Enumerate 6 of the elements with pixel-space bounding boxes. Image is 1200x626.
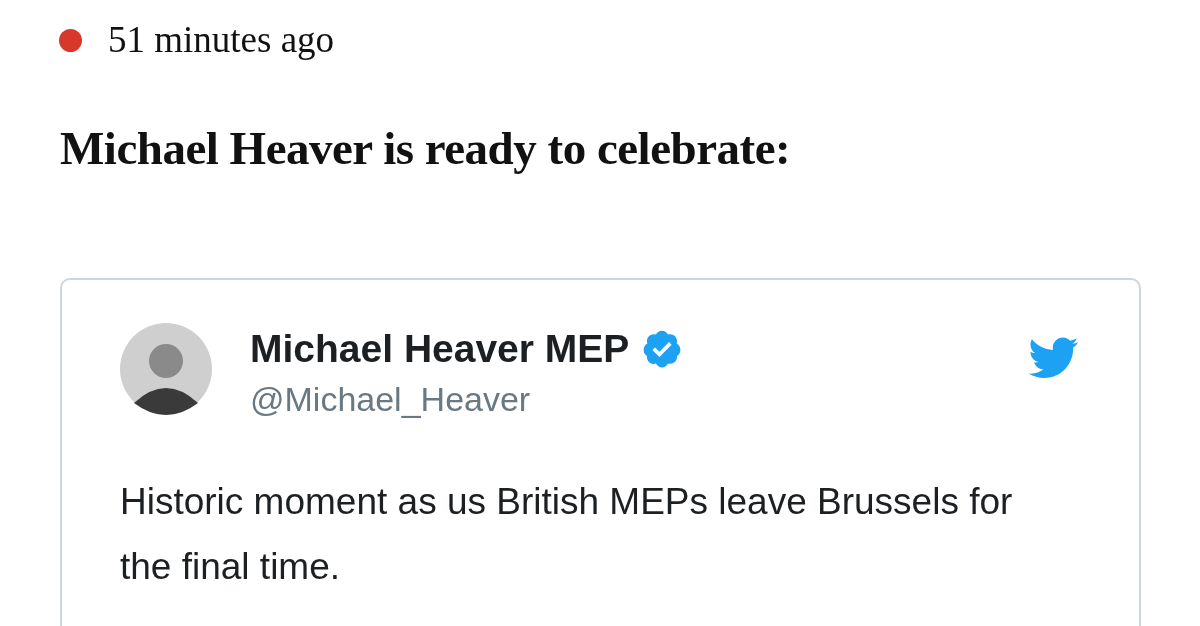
bird-icon: [1029, 337, 1079, 379]
tweet-text: Historic moment as us British MEPs leave Brussels for the final time.: [120, 480, 1014, 589]
headline: Michael Heaver is ready to celebrate:: [60, 121, 792, 176]
author-name: Michael Heaver MEP: [250, 326, 630, 372]
timestamp: 51 minutes ago: [108, 18, 335, 62]
author-handle: @Michael_Heaver: [250, 379, 532, 420]
